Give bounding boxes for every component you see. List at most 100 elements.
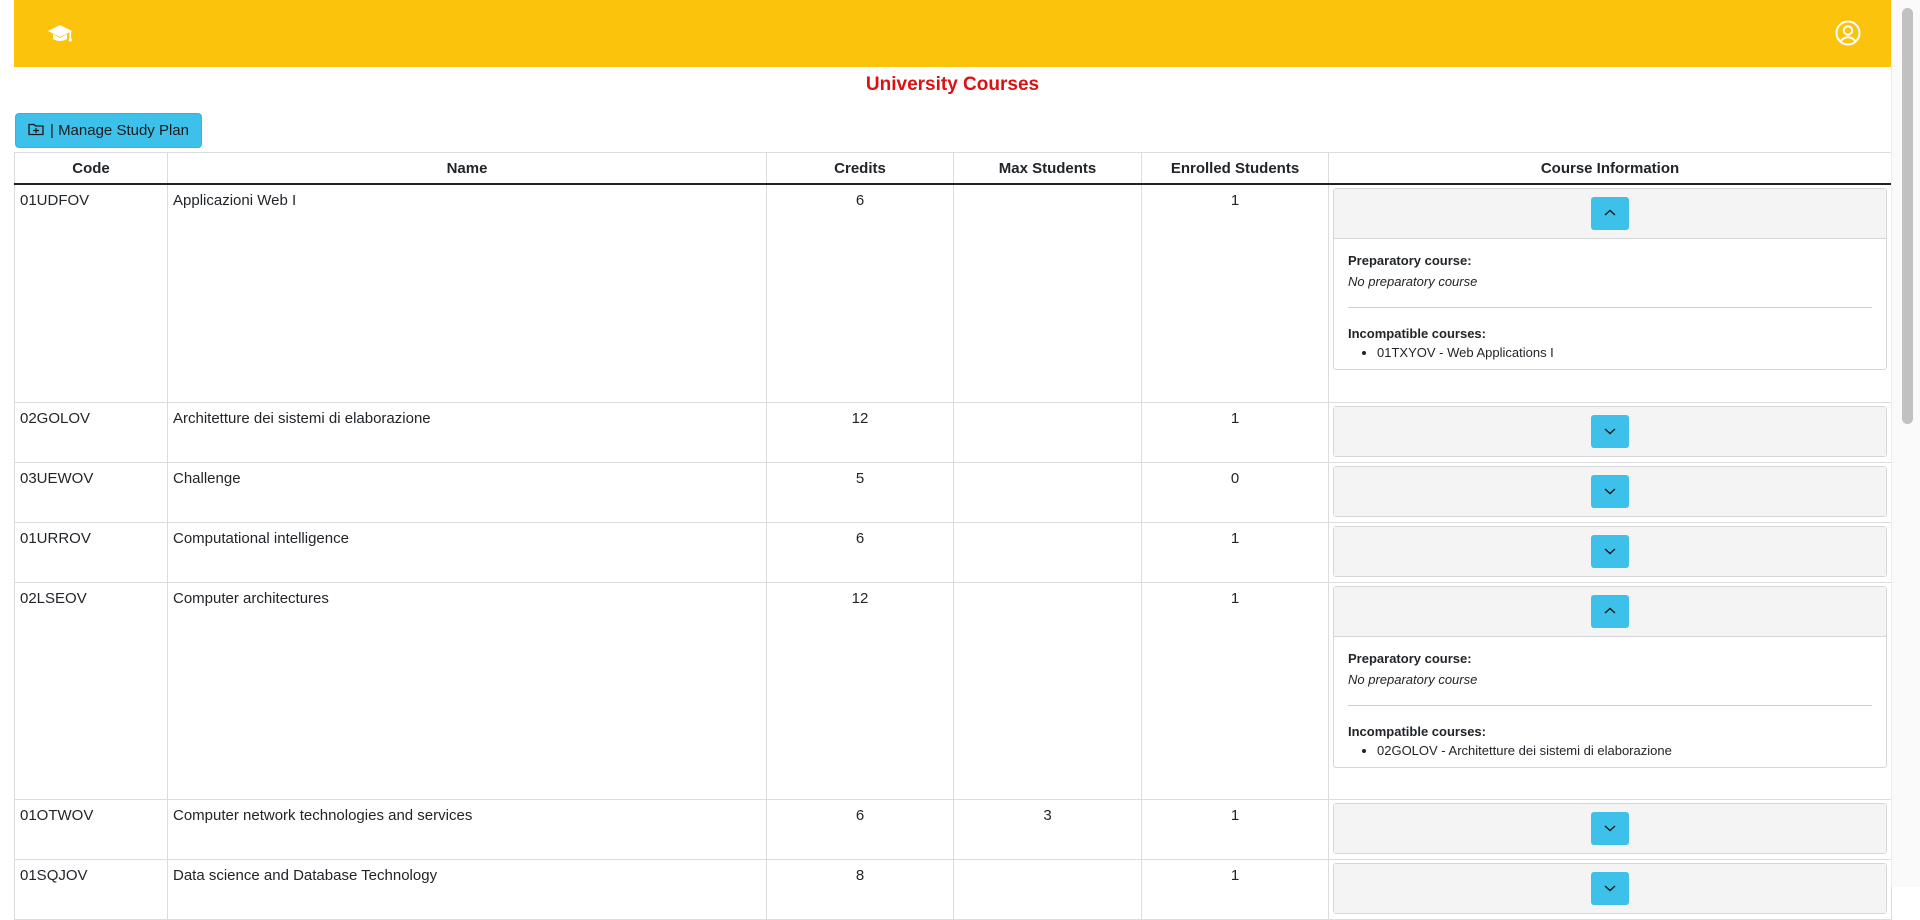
divider <box>1348 704 1872 706</box>
course-name: Data science and Database Technology <box>167 858 767 920</box>
course-enrolled-students: 1 <box>1141 858 1329 920</box>
course-information-cell <box>1328 521 1892 583</box>
accordion-header[interactable] <box>1334 526 1886 576</box>
vertical-scrollbar[interactable] <box>1891 0 1920 887</box>
user-circle-icon[interactable] <box>1835 20 1861 46</box>
divider <box>1348 307 1872 308</box>
incompatible-list: 02GOLOV - Architetture dei sistemi di el… <box>1348 743 1872 759</box>
accordion-header[interactable] <box>1334 189 1886 239</box>
preparatory-value: No preparatory course <box>1348 274 1478 289</box>
course-name: Computer architectures <box>167 581 767 800</box>
header-max-students[interactable]: Max Students <box>953 152 1142 185</box>
manage-study-plan-label: | Manage Study Plan <box>50 122 189 139</box>
course-name: Computer network technologies and servic… <box>167 798 767 860</box>
course-name: Architetture dei sistemi di elaborazione <box>167 401 767 463</box>
course-code: 01UDFOV <box>14 183 168 403</box>
table-row: 02GOLOV Architetture dei sistemi di elab… <box>14 401 1892 463</box>
accordion-header[interactable] <box>1334 863 1886 913</box>
course-enrolled-students: 1 <box>1141 521 1329 583</box>
course-credits: 6 <box>766 798 954 860</box>
course-info-accordion <box>1333 525 1887 577</box>
course-name: Challenge <box>167 461 767 523</box>
graduation-cap-icon[interactable] <box>46 20 74 46</box>
course-info-accordion <box>1333 862 1887 914</box>
chevron-down-icon <box>1603 544 1617 559</box>
chevron-down-icon <box>1603 821 1617 836</box>
accordion-header[interactable] <box>1334 803 1886 853</box>
table-row: 02LSEOV Computer architectures 12 1 Prep… <box>14 581 1892 800</box>
course-enrolled-students: 1 <box>1141 798 1329 860</box>
course-information-cell <box>1328 858 1892 920</box>
preparatory-label: Preparatory course: <box>1348 650 1472 666</box>
table-row: 01OTWOV Computer network technologies an… <box>14 798 1892 860</box>
incompatible-label: Incompatible courses: <box>1348 723 1486 739</box>
course-code: 01URROV <box>14 521 168 583</box>
folder-icon <box>28 122 44 140</box>
course-enrolled-students: 1 <box>1141 401 1329 463</box>
course-credits: 6 <box>766 183 954 403</box>
expand-button[interactable] <box>1591 414 1629 448</box>
chevron-down-icon <box>1603 484 1617 499</box>
chevron-down-icon <box>1603 424 1617 439</box>
course-credits: 6 <box>766 521 954 583</box>
expand-button[interactable] <box>1591 811 1629 845</box>
header-name[interactable]: Name <box>167 152 767 185</box>
course-info-accordion <box>1333 465 1887 517</box>
incompatible-list: 01TXYOV - Web Applications I <box>1348 345 1872 361</box>
table-row: 01URROV Computational intelligence 6 1 <box>14 521 1892 583</box>
course-info-accordion: Preparatory course: No preparatory cours… <box>1333 188 1887 370</box>
manage-study-plan-button[interactable]: | Manage Study Plan <box>15 113 202 148</box>
header-code[interactable]: Code <box>14 152 168 185</box>
preparatory-value: No preparatory course <box>1348 671 1478 687</box>
course-code: 03UEWOV <box>14 461 168 523</box>
course-info-accordion: Preparatory course: No preparatory cours… <box>1333 585 1887 768</box>
courses-table: Code Name Credits Max Students Enrolled … <box>14 152 1892 920</box>
table-row: 01UDFOV Applicazioni Web I 6 1 Preparato… <box>14 183 1892 403</box>
table-header-row: Code Name Credits Max Students Enrolled … <box>14 152 1892 185</box>
incompatible-item: 02GOLOV - Architetture dei sistemi di el… <box>1377 743 1872 759</box>
header-credits[interactable]: Credits <box>766 152 954 185</box>
accordion-header[interactable] <box>1334 466 1886 516</box>
course-name: Computational intelligence <box>167 521 767 583</box>
course-max-students <box>953 521 1142 583</box>
chevron-down-icon <box>1603 881 1617 896</box>
course-information-cell: Preparatory course: No preparatory cours… <box>1328 581 1892 800</box>
course-information-cell <box>1328 461 1892 523</box>
course-code: 02GOLOV <box>14 401 168 463</box>
course-max-students <box>953 183 1142 403</box>
course-information-cell: Preparatory course: No preparatory cours… <box>1328 183 1892 403</box>
course-code: 02LSEOV <box>14 581 168 800</box>
incompatible-item: 01TXYOV - Web Applications I <box>1377 345 1872 361</box>
course-max-students <box>953 461 1142 523</box>
expand-button[interactable] <box>1591 474 1629 508</box>
chevron-up-icon <box>1603 206 1617 221</box>
collapse-button[interactable] <box>1591 594 1629 628</box>
course-enrolled-students: 1 <box>1141 581 1329 800</box>
table-row: 01SQJOV Data science and Database Techno… <box>14 858 1892 920</box>
course-code: 01SQJOV <box>14 858 168 920</box>
course-code: 01OTWOV <box>14 798 168 860</box>
course-information-cell <box>1328 798 1892 860</box>
incompatible-label: Incompatible courses: <box>1348 326 1486 341</box>
course-name: Applicazioni Web I <box>167 183 767 403</box>
course-info-accordion <box>1333 405 1887 457</box>
collapse-button[interactable] <box>1591 197 1629 230</box>
scrollbar-thumb[interactable] <box>1902 8 1913 424</box>
course-max-students <box>953 858 1142 920</box>
header-enrolled-students[interactable]: Enrolled Students <box>1141 152 1329 185</box>
course-credits: 12 <box>766 581 954 800</box>
accordion-header[interactable] <box>1334 406 1886 456</box>
course-credits: 12 <box>766 401 954 463</box>
chevron-up-icon <box>1603 604 1617 619</box>
accordion-header[interactable] <box>1334 586 1886 637</box>
course-information-cell <box>1328 401 1892 463</box>
course-enrolled-students: 0 <box>1141 461 1329 523</box>
table-row: 03UEWOV Challenge 5 0 <box>14 461 1892 523</box>
accordion-body: Preparatory course: No preparatory cours… <box>1334 239 1886 369</box>
course-credits: 8 <box>766 858 954 920</box>
accordion-body: Preparatory course: No preparatory cours… <box>1334 637 1886 767</box>
course-max-students: 3 <box>953 798 1142 860</box>
expand-button[interactable] <box>1591 534 1629 568</box>
expand-button[interactable] <box>1591 871 1629 905</box>
course-info-accordion <box>1333 802 1887 854</box>
